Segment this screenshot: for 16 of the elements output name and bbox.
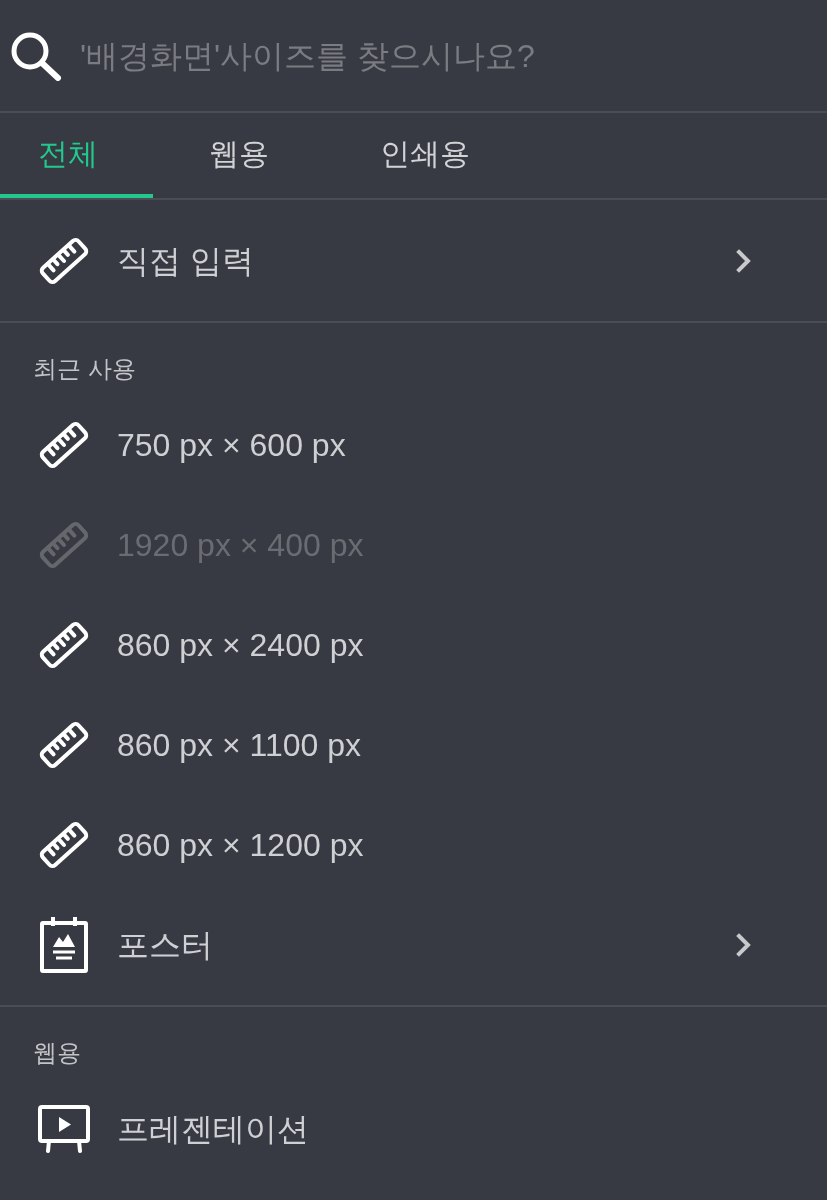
poster-icon	[40, 917, 88, 973]
size-option[interactable]: 750 px × 600 px	[36, 418, 346, 472]
size-option[interactable]: 860 px × 1100 px	[36, 718, 362, 772]
tab[interactable]: 웹용	[171, 113, 324, 198]
category-option[interactable]: 포스터	[36, 917, 213, 973]
tab[interactable]: 전체	[0, 113, 153, 198]
category-option[interactable]: 프레젠테이션	[36, 1105, 309, 1153]
custom-size-item[interactable]: 직접 입력	[36, 233, 254, 288]
section-heading: 웹용	[33, 1039, 81, 1066]
search-field[interactable]: '배경화면'사이즈를 찾으시나요?	[80, 31, 780, 80]
size-option[interactable]: 860 px × 1200 px	[36, 818, 364, 872]
tab[interactable]: 인쇄용	[342, 113, 525, 198]
size-option[interactable]: 860 px × 2400 px	[36, 618, 364, 672]
search-icon	[10, 30, 62, 81]
section-heading: 최근 사용	[33, 355, 136, 382]
presentation-icon	[38, 1105, 90, 1153]
